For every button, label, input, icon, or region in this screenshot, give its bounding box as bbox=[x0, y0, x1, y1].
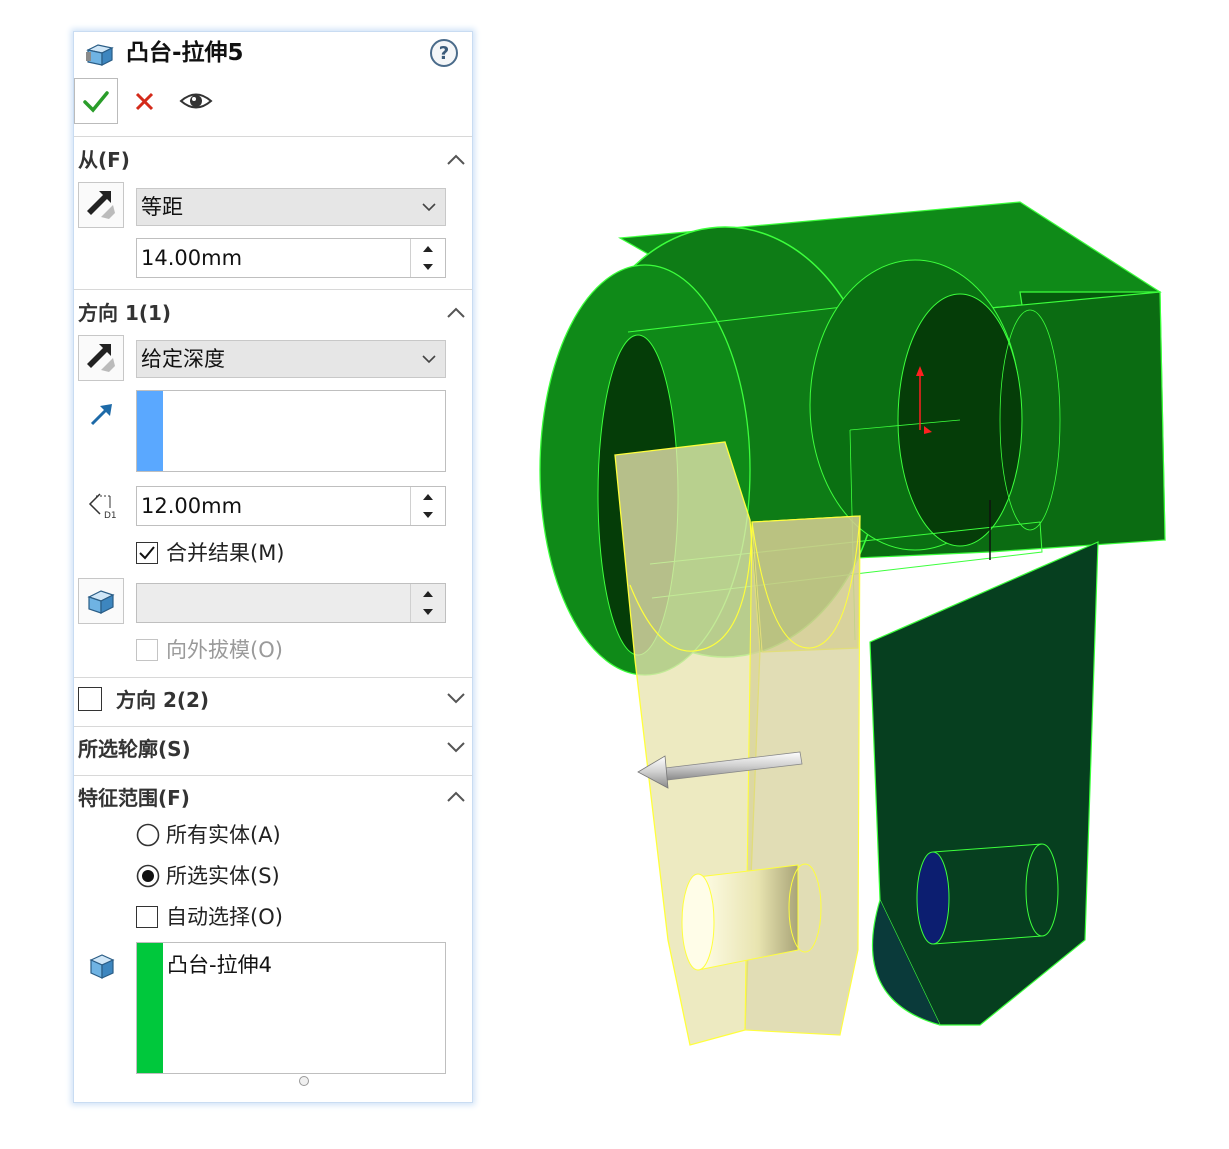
help-icon[interactable]: ? bbox=[429, 38, 459, 68]
selection-color-swatch bbox=[137, 391, 163, 471]
extrude-feature-icon bbox=[86, 44, 114, 66]
auto-select-checkbox[interactable] bbox=[136, 906, 158, 928]
draft-outward-label: 向外拔模(O) bbox=[166, 638, 283, 662]
depth-input[interactable]: 12.00mm bbox=[136, 486, 446, 526]
from-offset-spinner bbox=[410, 239, 445, 277]
chevron-down-icon[interactable] bbox=[444, 688, 468, 708]
draft-icon bbox=[87, 590, 115, 614]
draft-button[interactable] bbox=[78, 578, 124, 624]
action-row bbox=[74, 78, 472, 126]
spin-up-button[interactable] bbox=[411, 487, 445, 506]
end-condition-select[interactable]: 给定深度 bbox=[136, 340, 446, 378]
auto-select-label: 自动选择(O) bbox=[166, 905, 283, 929]
draft-spinner bbox=[410, 584, 445, 622]
radio-button[interactable] bbox=[136, 864, 160, 888]
eye-icon bbox=[179, 93, 213, 109]
end-condition-value: 给定深度 bbox=[141, 347, 225, 371]
divider bbox=[74, 136, 472, 137]
extrude-preview bbox=[614, 441, 861, 1046]
chevron-up-icon[interactable] bbox=[444, 150, 468, 170]
spin-up-button[interactable] bbox=[411, 239, 445, 258]
close-icon bbox=[135, 92, 154, 111]
chevron-down-icon bbox=[422, 203, 436, 212]
property-manager-panel: 凸台-拉伸5 ? 从(F) 等距 14.00mm 方向 1(1) 给定深度 D1… bbox=[74, 32, 472, 1102]
check-icon bbox=[83, 91, 109, 113]
solid-body-icon bbox=[89, 954, 115, 979]
from-offset-value: 14.00mm bbox=[141, 246, 243, 270]
checkmark-icon bbox=[139, 546, 155, 560]
graphics-viewport[interactable] bbox=[520, 180, 1220, 1080]
direction-selection-box[interactable] bbox=[136, 390, 446, 472]
spin-down-button[interactable] bbox=[411, 603, 445, 622]
chevron-down-icon bbox=[422, 355, 436, 364]
chevron-up-icon[interactable] bbox=[444, 787, 468, 807]
spin-up-button[interactable] bbox=[411, 584, 445, 603]
from-offset-input[interactable]: 14.00mm bbox=[136, 238, 446, 278]
chevron-down-icon[interactable] bbox=[444, 737, 468, 757]
from-condition-value: 等距 bbox=[141, 195, 183, 219]
reverse-direction-button[interactable] bbox=[78, 335, 124, 381]
draft-outward-checkbox[interactable] bbox=[136, 639, 158, 661]
radio-button[interactable] bbox=[136, 823, 160, 847]
depth-spinner bbox=[410, 487, 445, 525]
svg-text:?: ? bbox=[439, 43, 449, 64]
section-direction2-title[interactable]: 方向 2(2) bbox=[116, 686, 209, 714]
spin-down-button[interactable] bbox=[411, 506, 445, 525]
draft-angle-input[interactable] bbox=[136, 583, 446, 623]
depth-dimension-icon: D1 bbox=[88, 493, 117, 521]
section-direction1-title[interactable]: 方向 1(1) bbox=[78, 299, 171, 327]
cancel-button[interactable] bbox=[130, 84, 160, 118]
from-direction-button[interactable] bbox=[78, 182, 124, 228]
direction-arrow-icon bbox=[87, 191, 115, 219]
section-feature-scope-title[interactable]: 特征范围(F) bbox=[78, 784, 190, 812]
divider bbox=[74, 289, 472, 290]
direction-vector-icon bbox=[90, 404, 112, 426]
section-selected-contours-title[interactable]: 所选轮廓(S) bbox=[78, 735, 191, 763]
from-condition-select[interactable]: 等距 bbox=[136, 188, 446, 226]
svg-text:D1: D1 bbox=[104, 511, 117, 521]
title-row: 凸台-拉伸5 ? bbox=[74, 32, 472, 74]
direction2-checkbox[interactable] bbox=[78, 687, 102, 711]
divider bbox=[74, 726, 472, 727]
divider bbox=[74, 775, 472, 776]
direction-arrow-icon bbox=[87, 344, 115, 372]
bodies-selection-box[interactable]: 凸台-拉伸4 bbox=[136, 942, 446, 1074]
preview-button[interactable] bbox=[178, 86, 214, 116]
spin-down-button[interactable] bbox=[411, 258, 445, 277]
scope-all-bodies-label: 所有实体(A) bbox=[166, 823, 281, 847]
depth-value: 12.00mm bbox=[141, 494, 243, 518]
section-from-title[interactable]: 从(F) bbox=[78, 146, 130, 174]
list-item[interactable]: 凸台-拉伸4 bbox=[167, 949, 272, 979]
page-title: 凸台-拉伸5 bbox=[126, 40, 244, 66]
scope-selected-bodies-label: 所选实体(S) bbox=[166, 864, 280, 888]
panel-resize-handle[interactable] bbox=[299, 1076, 309, 1086]
merge-result-label: 合并结果(M) bbox=[166, 541, 285, 565]
merge-result-checkbox[interactable] bbox=[136, 542, 158, 564]
bodies-color-swatch bbox=[137, 943, 163, 1073]
chevron-up-icon[interactable] bbox=[444, 303, 468, 323]
divider bbox=[74, 677, 472, 678]
ok-button[interactable] bbox=[74, 78, 118, 124]
